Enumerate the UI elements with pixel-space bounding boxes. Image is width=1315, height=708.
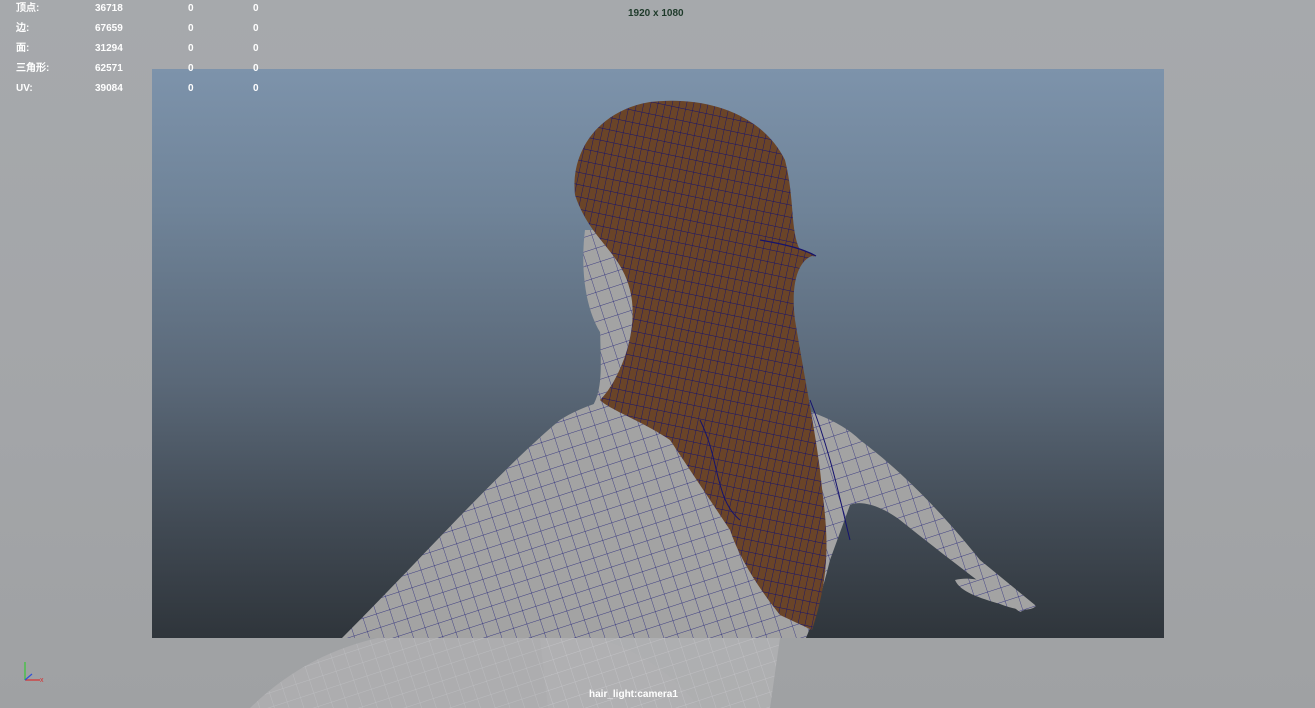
stats-value: 0 bbox=[253, 43, 259, 54]
resolution-label: 1920 x 1080 bbox=[628, 8, 684, 19]
poly-count-hud: 顶点: 36718 0 0 边: 67659 0 0 面: 31294 0 0 … bbox=[16, 0, 276, 99]
stats-row-faces: 面: 31294 0 0 bbox=[16, 39, 276, 59]
stats-value: 36718 bbox=[95, 3, 123, 14]
stats-value: 0 bbox=[253, 23, 259, 34]
stats-value: 39084 bbox=[95, 83, 123, 94]
viewport-panel[interactable]: 顶点: 36718 0 0 边: 67659 0 0 面: 31294 0 0 … bbox=[0, 0, 1315, 708]
stats-value: 0 bbox=[253, 63, 259, 74]
stats-value: 62571 bbox=[95, 63, 123, 74]
stats-value: 31294 bbox=[95, 43, 123, 54]
stats-value: 0 bbox=[188, 3, 194, 14]
stats-value: 0 bbox=[188, 23, 194, 34]
stats-row-edges: 边: 67659 0 0 bbox=[16, 19, 276, 39]
stats-value: 0 bbox=[253, 3, 259, 14]
axis-x-label: x bbox=[40, 677, 44, 684]
stats-row-uvs: UV: 39084 0 0 bbox=[16, 79, 276, 99]
body-outside-gate bbox=[250, 630, 780, 708]
stats-label: UV: bbox=[16, 83, 33, 94]
stats-label: 面: bbox=[16, 43, 30, 54]
stats-value: 0 bbox=[253, 83, 259, 94]
stats-value: 0 bbox=[188, 83, 194, 94]
stats-row-vertices: 顶点: 36718 0 0 bbox=[16, 0, 276, 19]
stats-value: 0 bbox=[188, 43, 194, 54]
resolution-gate bbox=[152, 69, 1164, 638]
stats-value: 67659 bbox=[95, 23, 123, 34]
camera-name-label: hair_light:camera1 bbox=[589, 689, 678, 700]
stats-row-triangles: 三角形: 62571 0 0 bbox=[16, 59, 276, 79]
stats-label: 三角形: bbox=[16, 63, 50, 74]
stats-value: 0 bbox=[188, 63, 194, 74]
stats-label: 顶点: bbox=[16, 3, 40, 14]
stats-label: 边: bbox=[16, 23, 30, 34]
axis-gizmo-icon: x bbox=[24, 662, 44, 684]
